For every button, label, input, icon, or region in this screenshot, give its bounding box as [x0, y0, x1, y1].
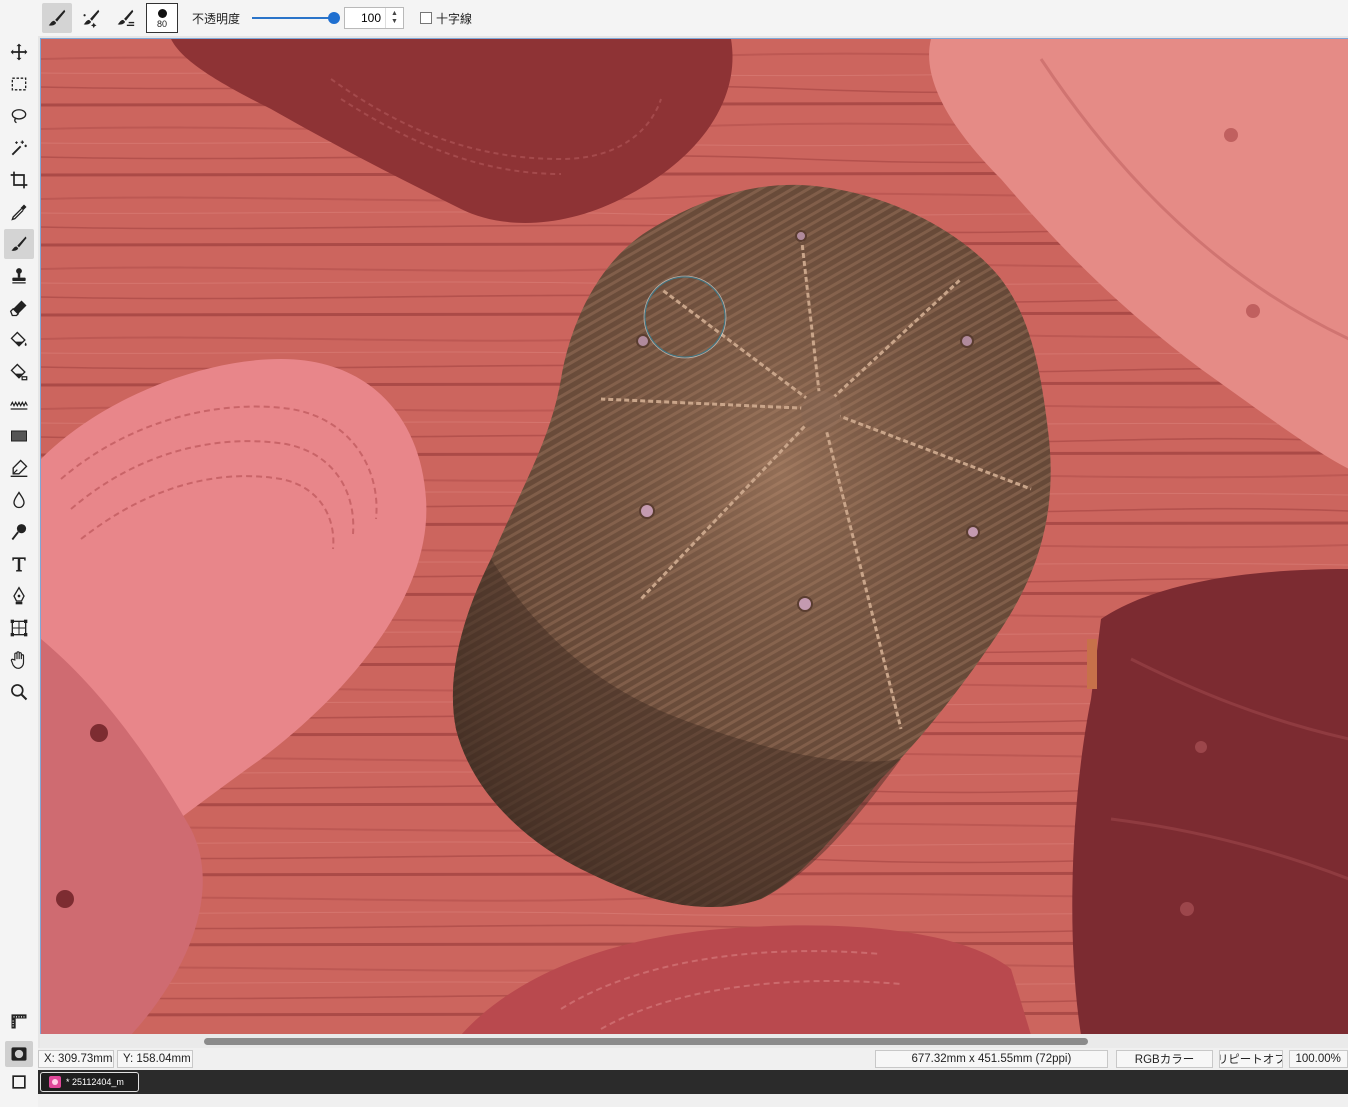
eraser-icon	[9, 300, 27, 317]
lasso-icon	[11, 109, 27, 124]
pen-draw-icon	[10, 459, 28, 477]
crop-tool[interactable]	[4, 165, 34, 195]
brush-tip-icon	[157, 8, 167, 18]
document-tab[interactable]: * 25112404_m	[40, 1072, 139, 1092]
color-mode-button[interactable]: RGBカラー	[1115, 1050, 1214, 1068]
repeat-toggle-button[interactable]: リピートオフ	[1219, 1050, 1284, 1068]
dodge-icon	[11, 524, 27, 541]
cursor-x-readout: X: 309.73mm	[38, 1050, 114, 1068]
gradient-bucket-tool[interactable]	[4, 357, 34, 387]
move-icon	[10, 43, 28, 61]
paint-bucket-tool[interactable]	[4, 325, 34, 355]
eraser-tool[interactable]	[4, 293, 34, 323]
zoom-level-readout[interactable]: 100.00%	[1289, 1050, 1348, 1068]
ruler-icon	[11, 1014, 27, 1029]
blur-tool[interactable]	[4, 485, 34, 515]
crosshair-option[interactable]: 十字線	[420, 10, 472, 27]
sparkle-brush-mode-button[interactable]	[76, 3, 106, 33]
quick-mask-mode-button[interactable]	[5, 1041, 33, 1067]
shape-rectangle-icon	[11, 430, 27, 442]
transform-icon	[10, 619, 28, 637]
document-tab-strip: * 25112404_m	[38, 1070, 1348, 1094]
paint-brush-mode-button[interactable]	[42, 3, 72, 33]
brush-tool[interactable]	[4, 229, 34, 259]
pen-draw-tool[interactable]	[4, 453, 34, 483]
opacity-slider[interactable]	[252, 10, 341, 26]
hand-icon	[10, 651, 25, 669]
chevron-up-icon[interactable]: ▲	[391, 10, 398, 18]
crosshair-label: 十字線	[436, 11, 473, 26]
bottom-margin	[38, 1094, 1348, 1107]
opacity-spin-arrows[interactable]: ▲ ▼	[385, 8, 403, 28]
wave-filter-tool[interactable]	[4, 389, 34, 419]
paint-brush-icon	[48, 9, 66, 26]
wave-filter-icon	[10, 401, 28, 410]
move-tool[interactable]	[4, 37, 34, 67]
paint-bucket-icon	[10, 331, 27, 347]
chevron-down-icon[interactable]: ▼	[391, 18, 398, 26]
blend-brush-mode-button[interactable]	[110, 3, 140, 33]
opacity-input[interactable]	[345, 8, 386, 28]
opacity-slider-fill	[252, 17, 335, 19]
stamp-tool[interactable]	[4, 261, 34, 291]
cursor-y-readout: Y: 158.04mm	[116, 1050, 193, 1068]
tool-options-bar: 80 不透明度 ▲ ▼ 十字線	[0, 0, 1348, 36]
crop-icon	[10, 171, 28, 189]
brush-size-label: 80	[156, 18, 167, 29]
magic-wand-icon	[11, 140, 27, 156]
transform-tool[interactable]	[4, 613, 34, 643]
lasso-tool[interactable]	[4, 101, 34, 131]
rectangle-select-tool[interactable]	[4, 69, 34, 99]
horizontal-scrollbar[interactable]	[40, 1034, 1348, 1048]
eyedropper-icon	[11, 204, 27, 221]
ruler-tool[interactable]	[5, 1008, 33, 1034]
zoom-icon	[11, 684, 28, 701]
eyedropper-tool[interactable]	[4, 197, 34, 227]
zoom-tool[interactable]	[4, 677, 34, 707]
blur-drop-icon	[13, 491, 25, 509]
opacity-spinbox: ▲ ▼	[344, 7, 405, 29]
stamp-icon	[12, 268, 26, 284]
text-icon	[12, 557, 26, 572]
document-thumbnail-icon	[49, 1076, 61, 1088]
pen-path-icon	[13, 586, 25, 605]
magic-wand-tool[interactable]	[4, 133, 34, 163]
horizontal-scrollbar-thumb[interactable]	[204, 1038, 1088, 1045]
pen-path-tool[interactable]	[4, 581, 34, 611]
dodge-tool[interactable]	[4, 517, 34, 547]
opacity-slider-thumb[interactable]	[328, 12, 341, 24]
opacity-label: 不透明度	[192, 11, 241, 26]
standard-mode-icon	[12, 1075, 26, 1089]
canvas-image	[41, 39, 1348, 1034]
cap-bottom-right	[1072, 569, 1348, 1034]
standard-mode-button[interactable]	[5, 1069, 33, 1095]
hand-tool[interactable]	[4, 645, 34, 675]
brush-icon	[11, 236, 27, 251]
status-bar: X: 309.73mm Y: 158.04mm 677.32mm x 451.5…	[38, 1048, 1348, 1070]
sparkle-brush-icon	[83, 9, 100, 29]
quick-mask-icon	[11, 1047, 27, 1061]
rectangle-select-icon	[11, 77, 27, 91]
gradient-bucket-icon	[10, 363, 28, 381]
document-tab-label: * 25112404_m	[66, 1077, 124, 1087]
shape-rectangle-tool[interactable]	[4, 421, 34, 451]
image-canvas[interactable]	[40, 38, 1348, 1034]
toolbox	[0, 36, 38, 1107]
app-window: 80 不透明度 ▲ ▼ 十字線	[0, 0, 1348, 1107]
document-size-readout: 677.32mm x 451.55mm (72ppi)	[874, 1050, 1108, 1068]
canvas-area	[38, 36, 1348, 1048]
blend-brush-icon	[117, 9, 135, 27]
brush-preset-picker[interactable]: 80	[146, 3, 178, 33]
text-tool[interactable]	[4, 549, 34, 579]
crosshair-checkbox[interactable]	[420, 12, 433, 24]
